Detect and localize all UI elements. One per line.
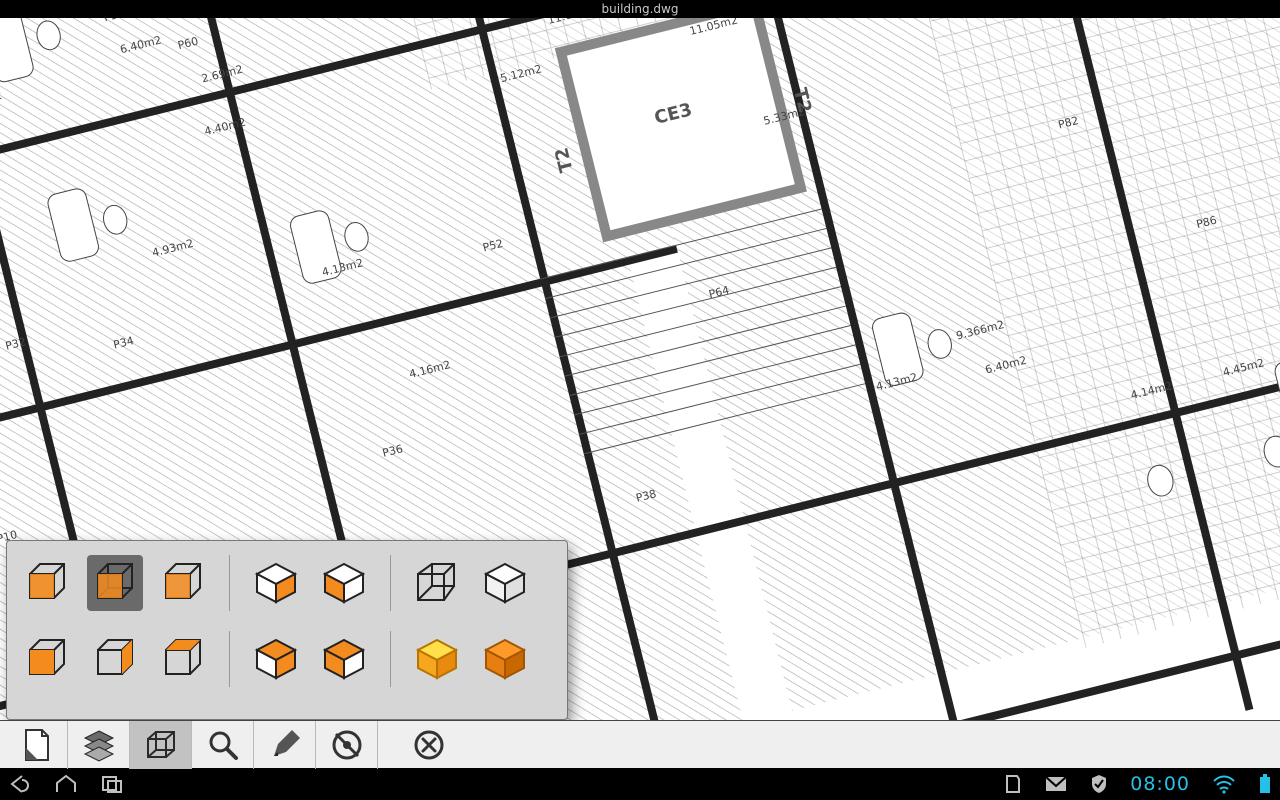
search-icon — [206, 728, 240, 762]
layers-button[interactable] — [68, 721, 130, 769]
cube-orange-icon — [482, 636, 528, 682]
home-icon[interactable] — [54, 773, 78, 795]
close-button[interactable] — [398, 721, 460, 769]
shade-orange-button[interactable] — [477, 631, 533, 687]
face-right-icon — [92, 636, 138, 682]
page-icon — [20, 728, 54, 762]
window-titlebar: building.dwg — [0, 0, 1280, 18]
shade-white-button[interactable] — [477, 555, 533, 611]
iso-se-icon — [321, 636, 367, 682]
palette-row-1 — [19, 555, 555, 611]
status-clock: 08:00 — [1130, 773, 1190, 795]
palette-separator — [390, 555, 391, 611]
orbit-icon — [330, 728, 364, 762]
orbit-button[interactable] — [316, 721, 378, 769]
iso-nw-icon — [321, 560, 367, 606]
layers-icon — [82, 728, 116, 762]
shade-yellow-button[interactable] — [409, 631, 465, 687]
iso-se-button[interactable] — [316, 631, 372, 687]
iso-sw-icon — [253, 636, 299, 682]
face-top-icon — [160, 636, 206, 682]
close-circle-icon — [412, 728, 446, 762]
window-title: building.dwg — [602, 2, 679, 16]
shield-icon[interactable] — [1090, 773, 1108, 795]
mail-icon[interactable] — [1044, 773, 1068, 795]
iso-nw-button[interactable] — [316, 555, 372, 611]
recent-apps-icon[interactable] — [100, 773, 124, 795]
persp-wire-button[interactable] — [409, 555, 465, 611]
iso-ne-icon — [253, 560, 299, 606]
back-icon[interactable] — [8, 773, 32, 795]
palette-separator — [390, 631, 391, 687]
cube-wire-icon — [144, 728, 178, 762]
face-front-icon — [24, 636, 70, 682]
front-view-button[interactable] — [19, 631, 75, 687]
file-button[interactable] — [6, 721, 68, 769]
cube-white-icon — [482, 560, 528, 606]
view-hidden-button[interactable] — [155, 555, 211, 611]
palette-row-2 — [19, 631, 555, 687]
zoom-button[interactable] — [192, 721, 254, 769]
draw-button[interactable] — [254, 721, 316, 769]
palette-separator — [229, 631, 230, 687]
drawing-viewport[interactable]: CE3 T2 T2 4.09m2 4.13m2 6.40m2 2.69m2 4.… — [0, 18, 1280, 720]
view-2d-button[interactable] — [19, 555, 75, 611]
iso-sw-button[interactable] — [248, 631, 304, 687]
cube-yellow-icon — [414, 636, 460, 682]
wifi-icon[interactable] — [1212, 773, 1236, 795]
battery-icon[interactable] — [1258, 773, 1272, 795]
view-mode-button[interactable] — [130, 721, 192, 769]
right-view-button[interactable] — [87, 631, 143, 687]
pencil-icon — [268, 728, 302, 762]
cube-2d-icon — [24, 560, 70, 606]
iso-ne-button[interactable] — [248, 555, 304, 611]
cube-hidden-icon — [160, 560, 206, 606]
view-mode-palette — [6, 540, 568, 720]
main-toolbar — [0, 720, 1280, 768]
android-navbar: 08:00 — [0, 768, 1280, 800]
top-view-button[interactable] — [155, 631, 211, 687]
sdcard-icon[interactable] — [1004, 773, 1022, 795]
cube-wireframe-icon — [92, 560, 138, 606]
view-wireframe-button[interactable] — [87, 555, 143, 611]
cube-persp-icon — [414, 560, 460, 606]
palette-separator — [229, 555, 230, 611]
